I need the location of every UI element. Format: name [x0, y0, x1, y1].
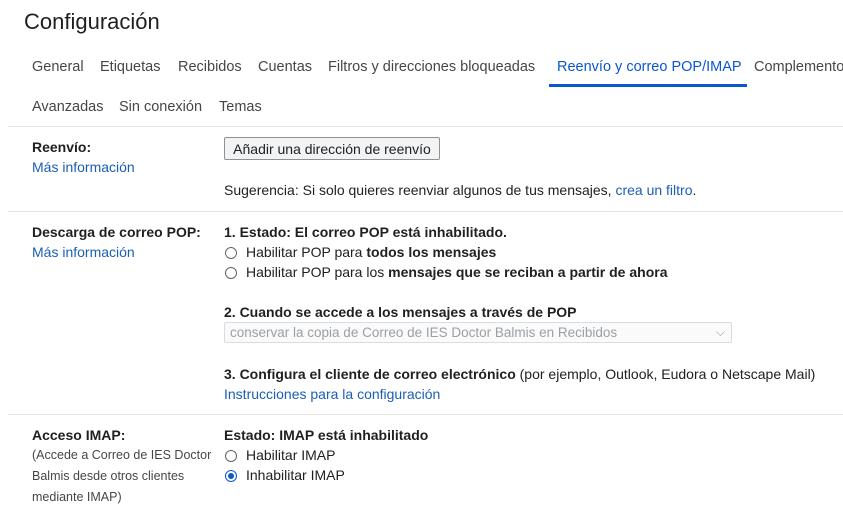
enable-imap-label[interactable]: Habilitar IMAP: [246, 447, 335, 463]
pop-action-select[interactable]: conservar la copia de Correo de IES Doct…: [224, 322, 732, 343]
forwarding-tip-text: Sugerencia: Si solo quieres reenviar alg…: [224, 182, 612, 198]
disable-imap-label[interactable]: Inhabilitar IMAP: [246, 467, 345, 483]
configure-client-examples: (por ejemplo, Outlook, Eudora o Netscape…: [515, 366, 816, 382]
add-forwarding-address-button[interactable]: Añadir una dirección de reenvío: [224, 137, 440, 160]
tab-inbox[interactable]: Recibidos: [178, 59, 242, 75]
imap-desc-line: Balmis desde otros clientes: [32, 469, 185, 483]
tab-themes[interactable]: Temas: [219, 99, 262, 115]
tab-addons[interactable]: Complementos: [754, 59, 843, 75]
imap-label: Acceso IMAP:: [32, 427, 126, 443]
tab-general[interactable]: General: [32, 59, 84, 75]
pop-access-heading: 2. Cuando se accede a los mensajes a tra…: [224, 304, 577, 320]
enable-pop-new-prefix: Habilitar POP para los: [246, 264, 389, 280]
tab-labels[interactable]: Etiquetas: [100, 59, 160, 75]
tab-offline[interactable]: Sin conexión: [119, 99, 202, 115]
disable-imap-radio[interactable]: [225, 470, 237, 482]
chevron-down-icon: ⌵: [715, 325, 725, 339]
divider: [8, 414, 843, 415]
tab-forwarding-pop-imap[interactable]: Reenvío y correo POP/IMAP: [557, 59, 742, 75]
setup-instructions-link[interactable]: Instrucciones para la configuración: [224, 386, 440, 402]
pop-action-select-value: conservar la copia de Correo de IES Doct…: [230, 325, 618, 340]
enable-pop-new-radio[interactable]: [225, 267, 237, 279]
enable-pop-all-bold: todos los mensajes: [366, 244, 497, 260]
enable-pop-new-bold: mensajes que se reciban a partir de ahor…: [388, 264, 668, 280]
pop-status: 1. Estado: El correo POP está inhabilita…: [224, 224, 507, 240]
enable-imap-radio[interactable]: [225, 450, 237, 462]
imap-desc-line: (Accede a Correo de IES Doctor: [32, 448, 212, 462]
page-title: Configuración: [24, 9, 160, 34]
create-filter-link[interactable]: crea un filtro: [615, 182, 692, 198]
imap-desc-line: mediante IMAP): [32, 490, 122, 504]
enable-pop-all-prefix: Habilitar POP para: [246, 244, 367, 260]
forwarding-tip: Sugerencia: Si solo quieres reenviar alg…: [224, 182, 696, 198]
tab-accounts[interactable]: Cuentas: [258, 59, 312, 75]
enable-pop-all-radio[interactable]: [225, 247, 237, 259]
enable-pop-all-label[interactable]: Habilitar POP para todos los mensajes: [246, 244, 496, 260]
forwarding-more-info-link[interactable]: Más información: [32, 159, 135, 175]
divider: [8, 126, 843, 127]
pop-more-info-link[interactable]: Más información: [32, 244, 135, 260]
pop-label: Descarga de correo POP:: [32, 224, 201, 240]
configure-client-text: 3. Configura el cliente de correo electr…: [224, 366, 815, 382]
imap-status: Estado: IMAP está inhabilitado: [224, 427, 429, 443]
divider: [8, 211, 843, 212]
forwarding-tip-end: .: [692, 182, 697, 198]
forwarding-label: Reenvío:: [32, 139, 92, 155]
active-tab-indicator: [549, 84, 747, 87]
imap-description: (Accede a Correo de IES Doctor Balmis de…: [32, 445, 211, 508]
configure-client-heading: 3. Configura el cliente de correo electr…: [224, 366, 516, 382]
enable-pop-new-label[interactable]: Habilitar POP para los mensajes que se r…: [246, 264, 667, 280]
tab-advanced[interactable]: Avanzadas: [32, 99, 103, 115]
tab-filters[interactable]: Filtros y direcciones bloqueadas: [328, 59, 535, 75]
